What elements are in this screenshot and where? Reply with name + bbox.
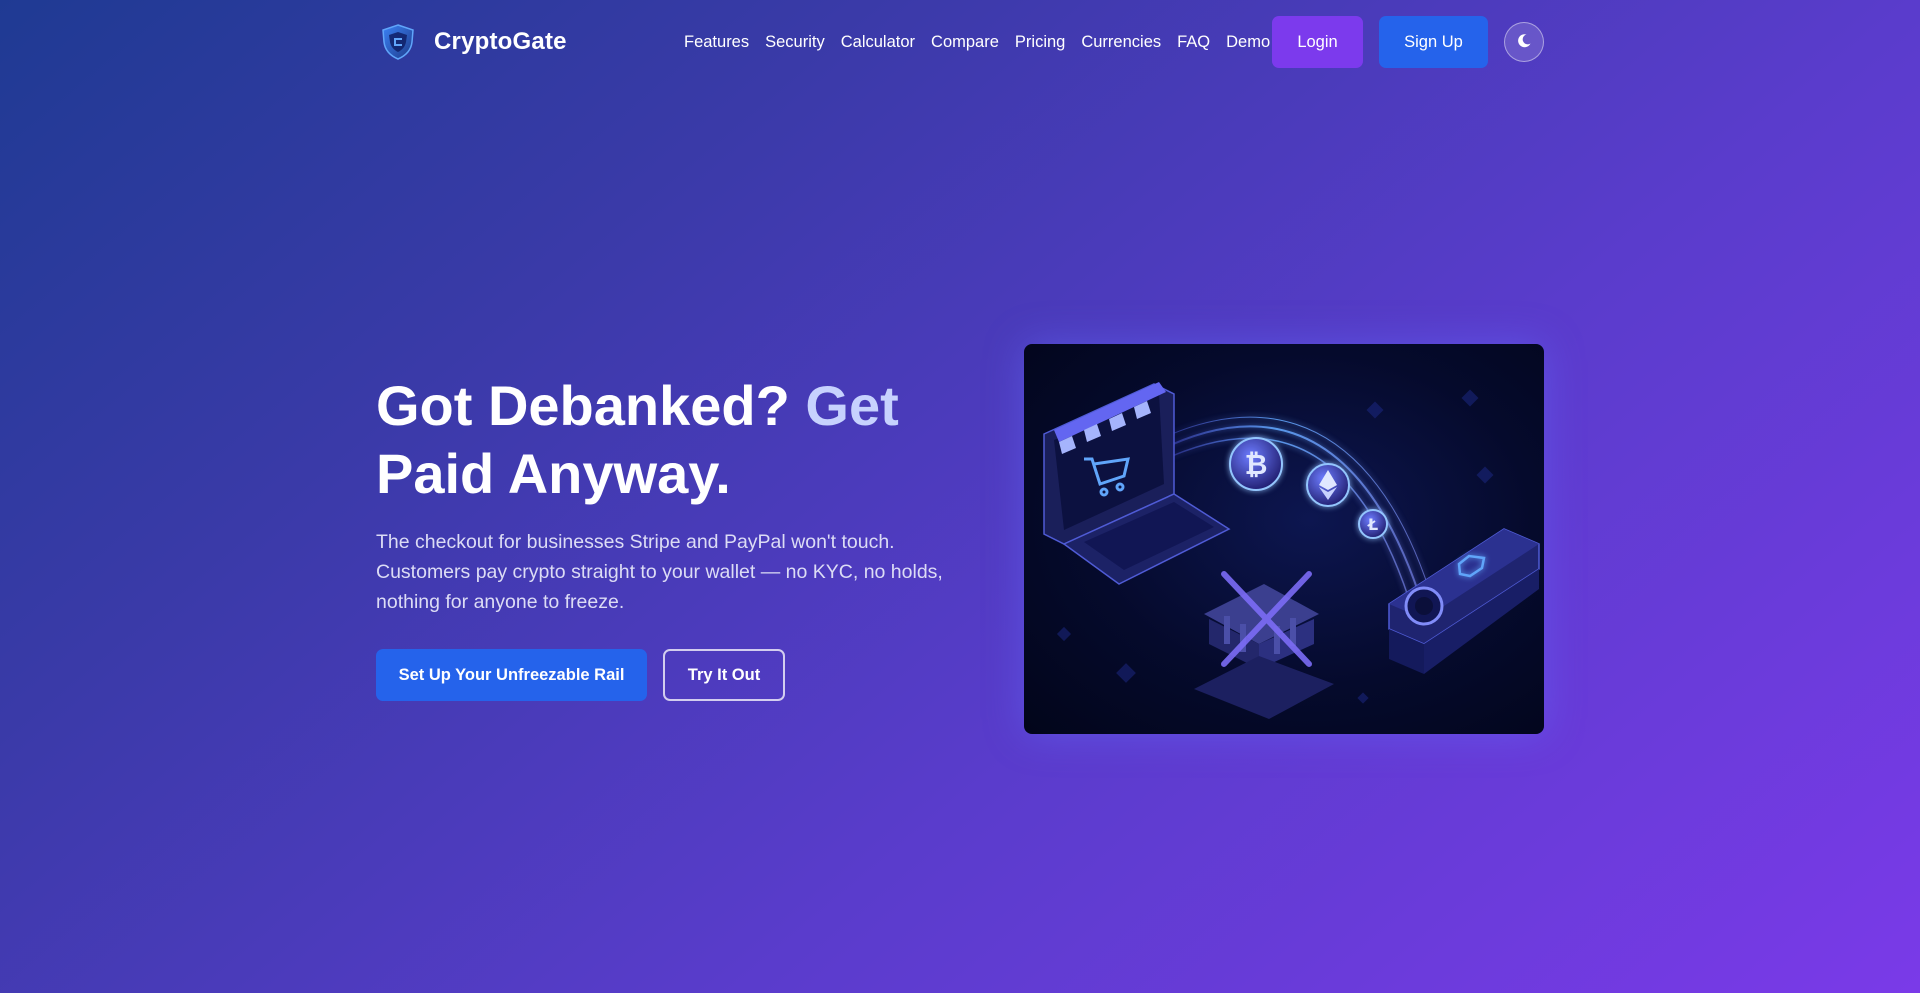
nav-link-demo[interactable]: Demo	[1226, 33, 1270, 52]
brand-name: CryptoGate	[434, 28, 567, 55]
hero-title: Got Debanked? Get Paid Anyway.	[376, 372, 976, 508]
try-it-out-button[interactable]: Try It Out	[663, 649, 785, 701]
shield-icon	[376, 20, 420, 64]
main-nav: Features Security Calculator Compare Pri…	[684, 27, 1270, 57]
nav-link-features[interactable]: Features	[684, 33, 749, 52]
hero-subtitle: The checkout for businesses Stripe and P…	[376, 531, 943, 613]
svg-text:Ł: Ł	[1367, 515, 1378, 534]
ethereum-icon	[1306, 463, 1350, 507]
nav-link-calculator[interactable]: Calculator	[841, 33, 915, 52]
litecoin-icon: Ł	[1358, 509, 1388, 539]
theme-toggle-button[interactable]	[1504, 22, 1544, 62]
nav-link-pricing[interactable]: Pricing	[1015, 33, 1065, 52]
brand[interactable]: CryptoGate	[376, 20, 567, 64]
nav-link-security[interactable]: Security	[765, 33, 825, 52]
hero-title-accent: Get	[805, 374, 899, 437]
hero-title-part3: Paid Anyway.	[376, 442, 731, 505]
site-header: CryptoGate Features Security Calculator …	[0, 0, 1920, 84]
svg-text:₿: ₿	[1245, 448, 1268, 481]
setup-rail-button[interactable]: Set Up Your Unfreezable Rail	[376, 649, 647, 701]
bitcoin-icon: ₿	[1229, 437, 1283, 491]
nav-link-currencies[interactable]: Currencies	[1081, 33, 1161, 52]
hardware-wallet-icon	[1388, 528, 1540, 674]
bank-icon	[1194, 571, 1334, 719]
hero-title-part1: Got Debanked?	[376, 374, 806, 437]
moon-icon	[1516, 33, 1532, 52]
sign-up-button[interactable]: Sign Up	[1379, 16, 1488, 68]
nav-link-compare[interactable]: Compare	[931, 33, 999, 52]
shopping-cart-icon	[1043, 382, 1231, 585]
nav-link-faq[interactable]: FAQ	[1177, 33, 1210, 52]
hero-illustration: ₿ Ł	[1024, 344, 1544, 734]
login-button[interactable]: Login	[1272, 16, 1363, 68]
